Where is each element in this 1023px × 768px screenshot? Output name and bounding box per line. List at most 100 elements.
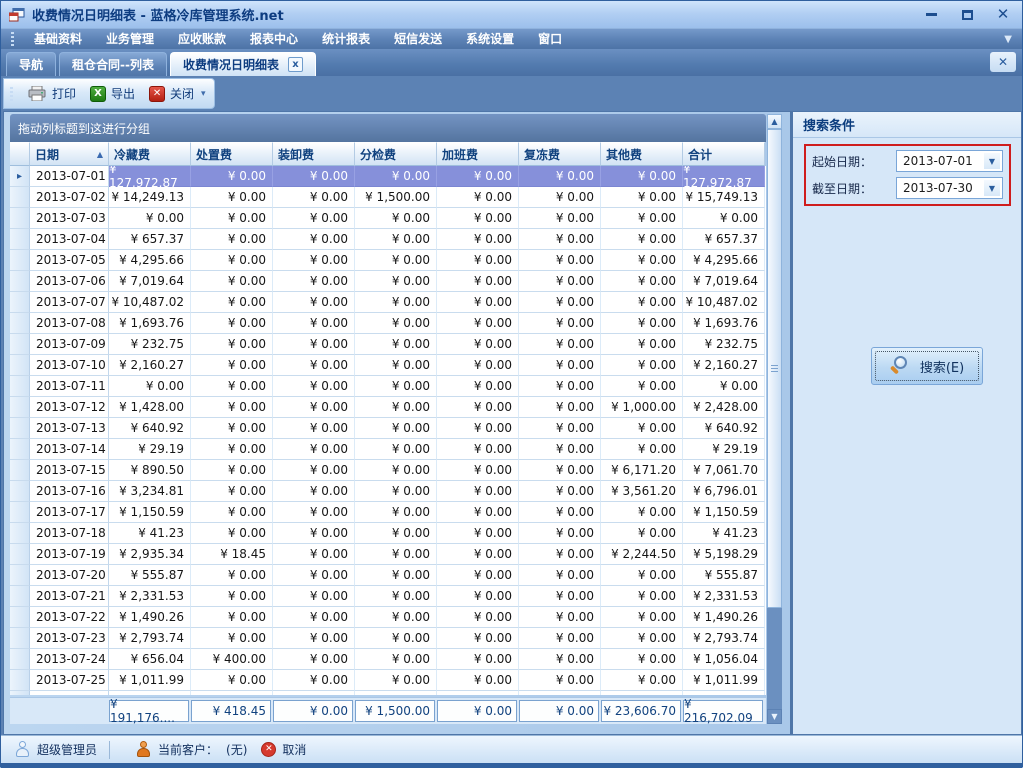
minimize-button[interactable] — [920, 6, 942, 24]
money-cell[interactable]: ¥ 2,160.27 — [109, 355, 191, 376]
money-cell[interactable]: ¥ 0.00 — [601, 187, 683, 208]
money-cell[interactable]: ¥ 0.00 — [273, 523, 355, 544]
money-cell[interactable]: ¥ 0.00 — [273, 628, 355, 649]
money-cell[interactable]: ¥ 6,796.01 — [683, 481, 765, 502]
table-row[interactable]: 2013-07-17¥ 1,150.59¥ 0.00¥ 0.00¥ 0.00¥ … — [10, 502, 766, 523]
money-cell[interactable]: ¥ 0.00 — [273, 334, 355, 355]
scroll-down-icon[interactable]: ▼ — [767, 709, 782, 724]
money-cell[interactable]: ¥ 0.00 — [191, 502, 273, 523]
money-cell[interactable]: ¥ 0.00 — [273, 439, 355, 460]
table-row[interactable]: 2013-07-07¥ 10,487.02¥ 0.00¥ 0.00¥ 0.00¥… — [10, 292, 766, 313]
money-cell[interactable]: ¥ 7,061.70 — [683, 460, 765, 481]
table-row[interactable]: 2013-07-09¥ 232.75¥ 0.00¥ 0.00¥ 0.00¥ 0.… — [10, 334, 766, 355]
money-cell[interactable]: ¥ 0.00 — [191, 271, 273, 292]
money-cell[interactable]: ¥ 0.00 — [601, 334, 683, 355]
menu-overflow-icon[interactable]: ▼ — [1004, 34, 1012, 45]
table-row[interactable]: 2013-07-06¥ 7,019.64¥ 0.00¥ 0.00¥ 0.00¥ … — [10, 271, 766, 292]
table-row[interactable]: 2013-07-13¥ 640.92¥ 0.00¥ 0.00¥ 0.00¥ 0.… — [10, 418, 766, 439]
money-cell[interactable]: ¥ 0.00 — [519, 229, 601, 250]
money-cell[interactable]: ¥ 1,693.76 — [109, 313, 191, 334]
money-cell[interactable]: ¥ 0.00 — [519, 250, 601, 271]
table-row[interactable]: 2013-07-23¥ 2,793.74¥ 0.00¥ 0.00¥ 0.00¥ … — [10, 628, 766, 649]
money-cell[interactable]: ¥ 0.00 — [601, 586, 683, 607]
money-cell[interactable]: ¥ 0.00 — [601, 292, 683, 313]
money-cell[interactable]: ¥ 127,972.87 — [683, 166, 765, 187]
money-cell[interactable]: ¥ 0.00 — [519, 502, 601, 523]
start-date-combo[interactable]: 2013-07-01 ▼ — [896, 150, 1003, 172]
money-cell[interactable]: ¥ 0.00 — [437, 418, 519, 439]
money-cell[interactable]: ¥ 0.00 — [601, 355, 683, 376]
money-cell[interactable]: ¥ 0.00 — [273, 208, 355, 229]
money-cell[interactable]: ¥ 29.19 — [683, 439, 765, 460]
money-cell[interactable]: ¥ 0.00 — [519, 481, 601, 502]
date-cell[interactable]: 2013-07-12 — [30, 397, 109, 418]
column-header-4[interactable]: 分检费 — [355, 142, 437, 166]
scrollbar-thumb[interactable] — [767, 129, 782, 608]
money-cell[interactable]: ¥ 10,487.02 — [683, 292, 765, 313]
money-cell[interactable]: ¥ 555.87 — [109, 565, 191, 586]
money-cell[interactable]: ¥ 0.00 — [355, 691, 437, 695]
money-cell[interactable]: ¥ 0.00 — [191, 250, 273, 271]
money-cell[interactable]: ¥ 0.00 — [355, 397, 437, 418]
table-row[interactable]: 2013-07-22¥ 1,490.26¥ 0.00¥ 0.00¥ 0.00¥ … — [10, 607, 766, 628]
date-cell[interactable]: 2013-07-24 — [30, 649, 109, 670]
menu-item-0[interactable]: 基础资料 — [22, 29, 94, 49]
date-cell[interactable]: 2013-07-08 — [30, 313, 109, 334]
money-cell[interactable]: ¥ 1,428.00 — [109, 397, 191, 418]
money-cell[interactable]: ¥ 0.00 — [437, 565, 519, 586]
money-cell[interactable]: ¥ 2,793.74 — [109, 628, 191, 649]
money-cell[interactable]: ¥ 0.00 — [355, 523, 437, 544]
money-cell[interactable]: ¥ 0.00 — [191, 292, 273, 313]
money-cell[interactable]: ¥ 1,693.76 — [683, 313, 765, 334]
money-cell[interactable]: ¥ 0.00 — [191, 313, 273, 334]
date-cell[interactable]: 2013-07-02 — [30, 187, 109, 208]
money-cell[interactable]: ¥ 0.00 — [191, 334, 273, 355]
money-cell[interactable]: ¥ 0.00 — [355, 460, 437, 481]
table-row[interactable]: 2013-07-14¥ 29.19¥ 0.00¥ 0.00¥ 0.00¥ 0.0… — [10, 439, 766, 460]
date-cell[interactable]: 2013-07-09 — [30, 334, 109, 355]
money-cell[interactable]: ¥ 41.23 — [109, 523, 191, 544]
money-cell[interactable]: ¥ 0.00 — [191, 607, 273, 628]
money-cell[interactable]: ¥ 0.00 — [601, 565, 683, 586]
money-cell[interactable]: ¥ 0.00 — [191, 481, 273, 502]
vertical-scrollbar[interactable]: ▲ ▼ — [767, 114, 782, 724]
money-cell[interactable]: ¥ 0.00 — [437, 481, 519, 502]
money-cell[interactable]: ¥ 4,295.66 — [683, 250, 765, 271]
money-cell[interactable]: ¥ 0.00 — [273, 376, 355, 397]
money-cell[interactable]: ¥ 0.00 — [437, 439, 519, 460]
table-row[interactable]: 2013-07-16¥ 3,234.81¥ 0.00¥ 0.00¥ 0.00¥ … — [10, 481, 766, 502]
table-row[interactable]: 2013-07-24¥ 656.04¥ 400.00¥ 0.00¥ 0.00¥ … — [10, 649, 766, 670]
date-cell[interactable]: 2013-07-21 — [30, 586, 109, 607]
date-cell[interactable]: 2013-07-14 — [30, 439, 109, 460]
money-cell[interactable]: ¥ 0.00 — [519, 166, 601, 187]
money-cell[interactable]: ¥ 10,487.02 — [109, 292, 191, 313]
menu-item-3[interactable]: 报表中心 — [238, 29, 310, 49]
money-cell[interactable]: ¥ 0.00 — [191, 355, 273, 376]
scroll-up-icon[interactable]: ▲ — [767, 114, 782, 129]
money-cell[interactable]: ¥ 0.00 — [273, 397, 355, 418]
money-cell[interactable]: ¥ 0.00 — [355, 670, 437, 691]
money-cell[interactable]: ¥ 0.00 — [273, 418, 355, 439]
date-cell[interactable]: 2013-07-25 — [30, 670, 109, 691]
money-cell[interactable]: ¥ 656.04 — [109, 649, 191, 670]
money-cell[interactable]: ¥ 0.00 — [437, 166, 519, 187]
money-cell[interactable]: ¥ 0.00 — [355, 544, 437, 565]
column-header-5[interactable]: 加班费 — [437, 142, 519, 166]
column-header-3[interactable]: 装卸费 — [273, 142, 355, 166]
table-row[interactable]: 2013-07-21¥ 2,331.53¥ 0.00¥ 0.00¥ 0.00¥ … — [10, 586, 766, 607]
money-cell[interactable]: ¥ 2,935.34 — [109, 544, 191, 565]
menu-item-2[interactable]: 应收账款 — [166, 29, 238, 49]
export-button[interactable]: X 导出 — [83, 82, 142, 105]
money-cell[interactable]: ¥ 2,428.00 — [683, 397, 765, 418]
money-cell[interactable]: ¥ 1,056.04 — [683, 649, 765, 670]
tabstrip-close-icon[interactable]: ✕ — [990, 52, 1016, 72]
money-cell[interactable]: ¥ 3,561.20 — [601, 481, 683, 502]
money-cell[interactable]: ¥ 0.00 — [191, 670, 273, 691]
money-cell[interactable]: ¥ 0.00 — [437, 271, 519, 292]
money-cell[interactable]: ¥ 0.00 — [519, 334, 601, 355]
chevron-down-icon[interactable]: ▾ — [201, 89, 206, 99]
money-cell[interactable]: ¥ 0.00 — [191, 565, 273, 586]
money-cell[interactable]: ¥ 0.00 — [273, 607, 355, 628]
column-header-7[interactable]: 其他费 — [601, 142, 683, 166]
money-cell[interactable]: ¥ 0.00 — [355, 502, 437, 523]
